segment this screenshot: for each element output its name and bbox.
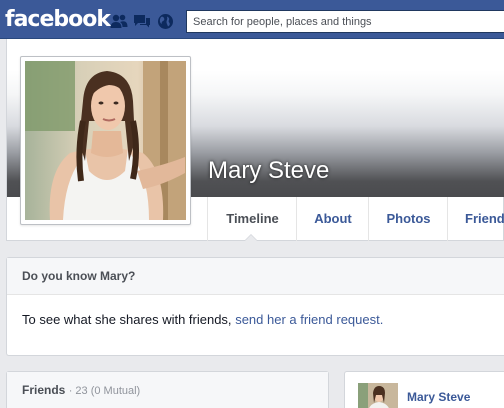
profile-mini-name[interactable]: Mary Steve [407, 390, 470, 404]
profile-name[interactable]: Mary Steve [208, 156, 329, 186]
profile-thumbnail[interactable] [358, 383, 398, 408]
facebook-logo[interactable]: facebook [5, 6, 111, 34]
top-navigation-bar: facebook [0, 0, 504, 39]
send-friend-request-link[interactable]: send her a friend request. [235, 312, 383, 327]
do-you-know-title: Do you know Mary? [7, 258, 504, 295]
friends-count: · 23 (0 Mutual) [68, 385, 141, 397]
do-you-know-text: To see what she shares with friends, sen… [7, 295, 504, 328]
messages-icon[interactable] [133, 12, 151, 30]
profile-mini-card: Mary Steve [344, 371, 504, 408]
profile-picture[interactable] [20, 56, 191, 225]
active-tab-indicator [244, 234, 258, 241]
friends-card-header: Friends · 23 (0 Mutual) [7, 372, 328, 408]
tab-friends[interactable]: Friends [447, 197, 504, 241]
search-input[interactable] [186, 10, 504, 33]
tab-photos[interactable]: Photos [368, 197, 448, 241]
notification-jewels [110, 12, 174, 30]
friend-requests-icon[interactable] [110, 12, 128, 30]
friends-title[interactable]: Friends [22, 383, 65, 397]
know-card-message: To see what she shares with friends, [22, 312, 232, 327]
do-you-know-card: Do you know Mary? To see what she shares… [6, 257, 504, 356]
friends-card: Friends · 23 (0 Mutual) [6, 371, 329, 408]
tab-about[interactable]: About [296, 197, 369, 241]
profile-photo-image [25, 61, 186, 220]
notifications-globe-icon[interactable] [156, 12, 174, 30]
